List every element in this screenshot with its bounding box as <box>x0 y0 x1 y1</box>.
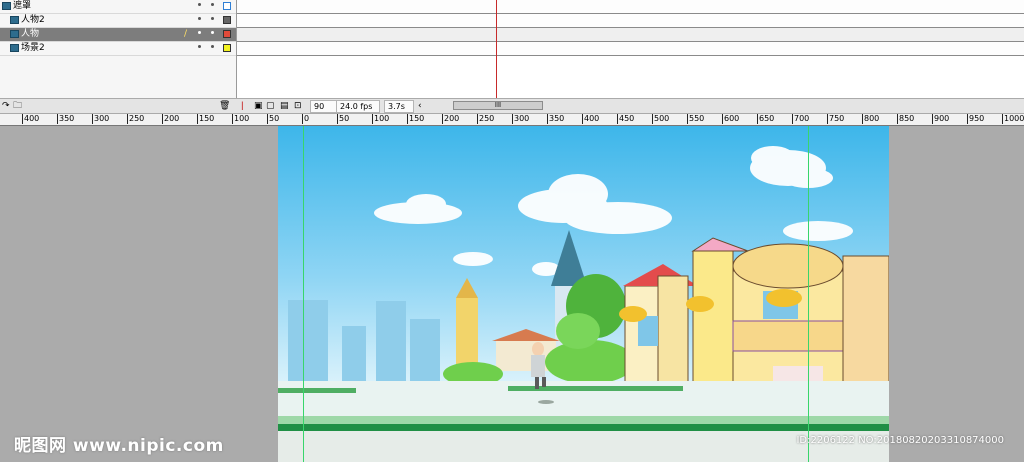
masked-layer-icon <box>10 44 19 52</box>
frame-row-person[interactable] <box>237 28 1024 42</box>
playhead[interactable] <box>496 0 497 98</box>
ruler-tick-label: 400 <box>582 114 600 124</box>
ruler-tick-label: 700 <box>792 114 810 124</box>
outline-color-toggle[interactable] <box>223 44 231 52</box>
layer-name: 场景2 <box>21 43 45 53</box>
timeline-frames[interactable] <box>237 0 1024 98</box>
lock-toggle[interactable] <box>211 45 214 48</box>
watermark-logo: 昵图网 www.nipic.com <box>14 436 224 456</box>
elapsed-time-field: 3.7s <box>384 100 414 113</box>
scroll-left-icon[interactable]: ‹ <box>418 100 422 112</box>
frame-rate-field[interactable]: 24.0 fps <box>336 100 380 113</box>
ruler-tick-label: 800 <box>862 114 880 124</box>
ruler-tick-label: 50 <box>337 114 350 124</box>
timeline-scrollbar-thumb[interactable]: III <box>453 101 543 110</box>
ruler-tick-label: 750 <box>827 114 845 124</box>
current-frame-field: 90 <box>310 100 338 113</box>
frame-row-person2[interactable] <box>237 14 1024 28</box>
onion-skin-outlines-icon[interactable]: ▢ <box>266 100 275 112</box>
visibility-toggle[interactable] <box>198 3 201 6</box>
buildings <box>619 237 889 391</box>
ruler-tick-label: 200 <box>442 114 460 124</box>
visibility-toggle[interactable] <box>198 17 201 20</box>
ruler-tick-label: 50 <box>267 114 280 124</box>
onion-skin-icon[interactable]: ▣ <box>254 100 263 112</box>
watermark-id: ID:2206122 NO:20180820203310874000 <box>796 435 1004 446</box>
edit-multiple-frames-icon[interactable]: ▤ <box>280 100 289 112</box>
lock-toggle[interactable] <box>211 17 214 20</box>
ruler-tick-label: 900 <box>932 114 950 124</box>
ruler-tick-label: 100 <box>232 114 250 124</box>
ruler-tick-label: 250 <box>477 114 495 124</box>
ruler-tick-label: 650 <box>757 114 775 124</box>
lock-toggle[interactable] <box>211 31 214 34</box>
guide-line-right[interactable] <box>808 126 809 462</box>
outline-color-toggle[interactable] <box>223 2 231 10</box>
layer-name: 遮罩 <box>13 1 32 11</box>
ruler-tick-label: 150 <box>407 114 425 124</box>
yellow-tower <box>456 278 478 368</box>
add-motion-guide-icon[interactable]: ↷ <box>2 100 10 112</box>
layer-row[interactable]: 人物 / <box>0 28 236 42</box>
ruler-tick-label: 100 <box>372 114 390 124</box>
guide-line-left[interactable] <box>303 126 304 462</box>
ruler-tick-label: 550 <box>687 114 705 124</box>
outline-color-toggle[interactable] <box>223 30 231 38</box>
layer-row[interactable]: 场景2 <box>0 42 236 56</box>
visibility-toggle[interactable] <box>198 31 201 34</box>
ruler-tick-label: 600 <box>722 114 740 124</box>
layer-panel: 遮罩人物2 人物 / 场景2 <box>0 0 237 98</box>
layer-name: 人物2 <box>21 15 45 25</box>
ruler-tick-label: 950 <box>967 114 985 124</box>
delete-layer-icon[interactable]: 🗑 <box>219 100 230 112</box>
masked-layer-icon <box>10 30 19 38</box>
stage-canvas[interactable] <box>278 126 889 462</box>
lock-toggle[interactable] <box>211 3 214 6</box>
city-skyline <box>288 300 440 386</box>
ruler-tick-label: 850 <box>897 114 915 124</box>
timeline-toolbar: ↷ 🗀 🗑 ǀ ▣ ▢ ▤ ⊡ 90 24.0 fps 3.7s ‹ III <box>0 98 1024 114</box>
ruler-tick-label: 250 <box>127 114 145 124</box>
layer-row[interactable]: 遮罩 <box>0 0 236 14</box>
ruler-tick-label: 350 <box>547 114 565 124</box>
ruler-tick-label: 0 <box>302 114 310 124</box>
add-folder-icon[interactable]: 🗀 <box>13 100 22 112</box>
visibility-toggle[interactable] <box>198 45 201 48</box>
scene-illustration <box>278 146 889 462</box>
frame-row-mask[interactable] <box>237 0 1024 14</box>
layer-row[interactable]: 人物2 <box>0 14 236 28</box>
ruler-tick-label: 1000 <box>1002 114 1024 124</box>
layer-name: 人物 <box>21 29 40 39</box>
outline-color-toggle[interactable] <box>223 16 231 24</box>
masked-layer-icon <box>10 16 19 24</box>
ruler-tick-label: 350 <box>57 114 75 124</box>
frame-row-scene2[interactable] <box>237 42 1024 56</box>
ruler-tick-label: 300 <box>512 114 530 124</box>
ruler-tick-label: 200 <box>162 114 180 124</box>
horizontal-ruler: 400 350 300 250 200 150 100 50 0 50 100 150 200 250 30… <box>0 114 1024 126</box>
ruler-tick-label: 300 <box>92 114 110 124</box>
ruler-tick-label: 500 <box>652 114 670 124</box>
ruler-tick-label: 150 <box>197 114 215 124</box>
mask-layer-icon <box>2 2 11 10</box>
ruler-tick-label: 400 <box>22 114 40 124</box>
modify-markers-icon[interactable]: ⊡ <box>294 100 302 112</box>
center-frame-icon[interactable]: ǀ <box>241 100 244 112</box>
pencil-icon: / <box>184 29 188 39</box>
ruler-tick-label: 450 <box>617 114 635 124</box>
